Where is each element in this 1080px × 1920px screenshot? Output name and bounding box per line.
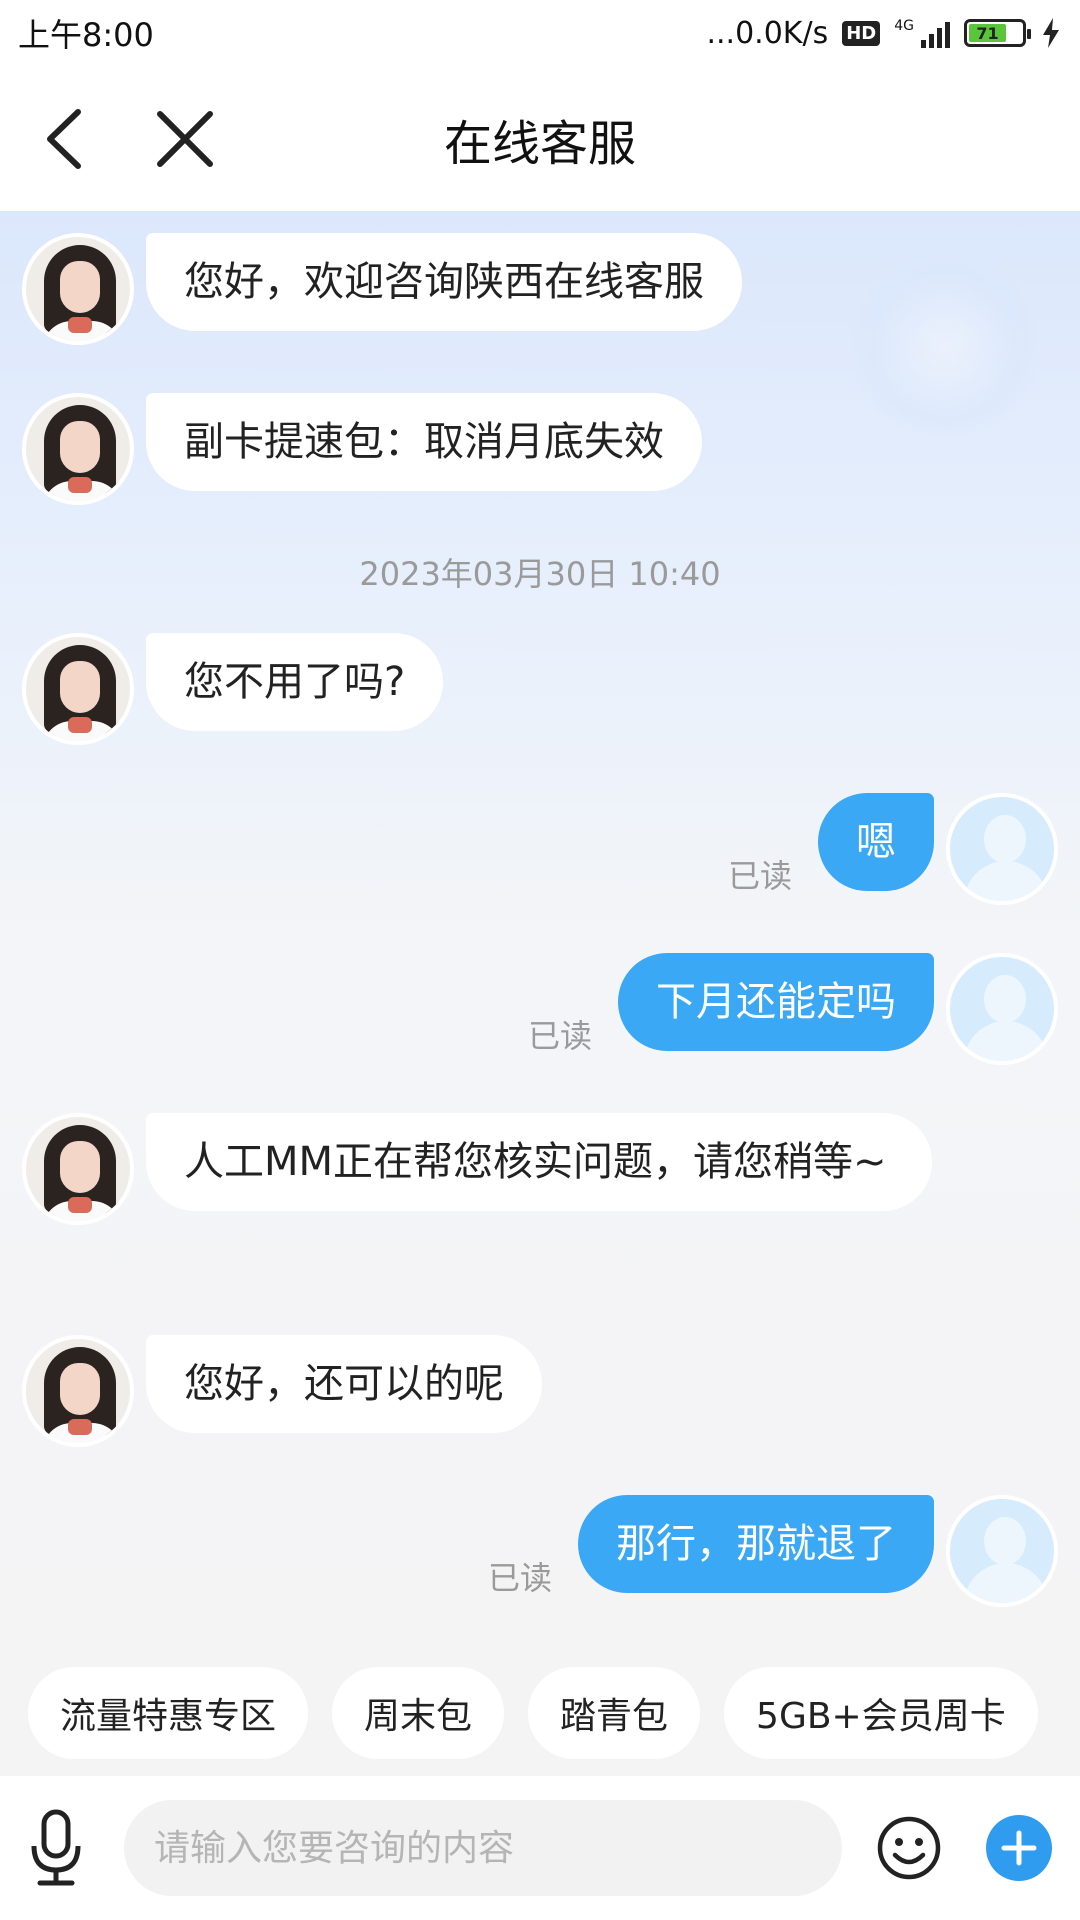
message-bubble: 下月还能定吗 <box>618 953 934 1051</box>
user-message: 已读 那行，那就退了 <box>488 1495 1058 1607</box>
agent-avatar <box>22 393 134 505</box>
emoji-button[interactable] <box>876 1815 942 1881</box>
status-bar: 上午8:00 ...0.0K/s HD 4G 71 <box>0 0 1080 66</box>
chat-area[interactable]: 您好，欢迎咨询陕西在线客服 副卡提速包：取消月底失效 2023年03月30日 1… <box>0 211 1080 1650</box>
microphone-icon <box>31 1809 81 1886</box>
agent-avatar <box>22 1335 134 1447</box>
read-status: 已读 <box>527 1017 592 1055</box>
agent-message: 您好，还可以的呢 <box>22 1335 542 1447</box>
status-time: 上午8:00 <box>18 16 154 54</box>
input-bar <box>0 1776 1080 1920</box>
message-bubble: 人工MM正在帮您核实问题，请您稍等~ <box>146 1113 932 1211</box>
agent-message: 您不用了吗? <box>22 633 444 745</box>
user-avatar <box>946 953 1058 1065</box>
battery-level: 71 <box>969 24 1006 43</box>
agent-message: 您好，欢迎咨询陕西在线客服 <box>22 233 742 345</box>
user-avatar <box>946 1495 1058 1607</box>
agent-avatar <box>22 233 134 345</box>
agent-avatar <box>22 633 134 745</box>
status-indicators: ...0.0K/s HD 4G 71 <box>706 16 1062 51</box>
user-message: 已读 下月还能定吗 <box>528 953 1058 1065</box>
back-button[interactable] <box>30 104 100 174</box>
agent-avatar <box>22 1113 134 1225</box>
agent-message: 人工MM正在帮您核实问题，请您稍等~ <box>22 1113 932 1225</box>
quick-reply-bar: 流量特惠专区 周末包 踏青包 5GB+会员周卡 <box>0 1650 1080 1776</box>
message-bubble: 您好，欢迎咨询陕西在线客服 <box>146 233 742 331</box>
message-timestamp: 2023年03月30日 10:40 <box>359 555 721 593</box>
quick-reply-chip[interactable]: 5GB+会员周卡 <box>724 1667 1038 1759</box>
close-icon <box>157 111 213 167</box>
signal-icon: 4G <box>894 18 950 48</box>
quick-reply-chip[interactable]: 周末包 <box>332 1667 505 1759</box>
read-status: 已读 <box>487 1559 552 1597</box>
chevron-left-icon <box>47 109 81 169</box>
message-bubble: 您好，还可以的呢 <box>146 1335 542 1433</box>
quick-reply-chip[interactable]: 流量特惠专区 <box>28 1667 309 1759</box>
plus-button[interactable] <box>986 1815 1052 1881</box>
plus-icon <box>986 1815 1052 1881</box>
message-input[interactable] <box>124 1800 842 1896</box>
user-avatar <box>946 793 1058 905</box>
nav-bar: 在线客服 <box>0 66 1080 211</box>
user-message: 已读 嗯 <box>728 793 1058 905</box>
microphone-button[interactable] <box>28 1808 84 1888</box>
net-speed: ...0.0K/s <box>706 15 829 51</box>
hd-badge: HD <box>842 20 881 46</box>
network-type: 4G <box>894 18 914 34</box>
quick-reply-chip[interactable]: 踏青包 <box>528 1667 701 1759</box>
message-bubble: 嗯 <box>818 793 934 891</box>
emoji-icon <box>877 1816 941 1880</box>
message-bubble: 您不用了吗? <box>146 633 444 731</box>
message-bubble: 那行，那就退了 <box>578 1495 934 1593</box>
charging-icon <box>1043 18 1059 48</box>
read-status: 已读 <box>727 857 792 895</box>
brand-watermark <box>850 251 1040 441</box>
close-button[interactable] <box>150 104 220 174</box>
message-bubble: 副卡提速包：取消月底失效 <box>146 393 702 491</box>
battery-icon: 71 <box>964 19 1031 47</box>
agent-message: 副卡提速包：取消月底失效 <box>22 393 702 505</box>
